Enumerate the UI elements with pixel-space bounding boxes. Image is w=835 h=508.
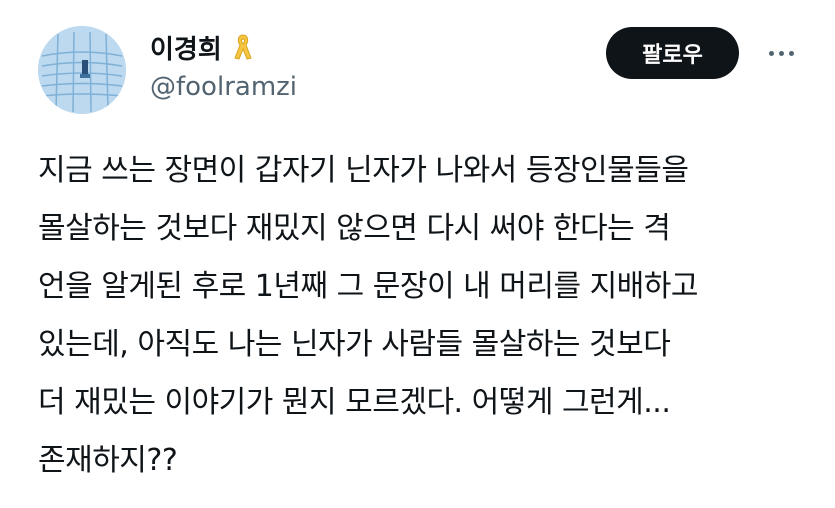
- tweet-text-line: 있는데, 아직도 나는 닌자가 사람들 몰살하는 것보다: [38, 327, 671, 362]
- author-name-row: 이경희: [150, 29, 254, 66]
- more-options-button[interactable]: [758, 36, 804, 70]
- more-options-icon-dot: [788, 50, 794, 56]
- tweet-text-line: 언을 알게된 후로 1년째 그 문장이 내 머리를 지배하고: [38, 269, 698, 304]
- avatar-image: [38, 26, 126, 114]
- tweet-text-line: 존재하지??: [38, 443, 178, 478]
- more-options-icon-dot: [778, 50, 784, 56]
- display-name[interactable]: 이경희: [150, 29, 222, 66]
- tweet-text-line: 지금 쓰는 장면이 갑자기 닌자가 나와서 등장인물들을: [38, 153, 689, 188]
- yellow-ribbon-icon: [232, 32, 254, 62]
- tweet-text-line: 더 재밌는 이야기가 뭔지 모르겠다. 어떻게 그런게...: [38, 385, 671, 420]
- avatar[interactable]: [38, 26, 126, 114]
- follow-button[interactable]: 팔로우: [606, 27, 739, 79]
- tweet-text-line: 몰살하는 것보다 재밌지 않으면 다시 써야 한다는 격: [38, 211, 671, 246]
- tweet-header: 이경희 @foolramzi 팔로우: [0, 0, 835, 130]
- tweet-text: 지금 쓰는 장면이 갑자기 닌자가 나와서 등장인물들을 몰살하는 것보다 재밌…: [38, 142, 808, 490]
- author-handle[interactable]: @foolramzi: [150, 72, 297, 102]
- more-options-icon: [768, 50, 774, 56]
